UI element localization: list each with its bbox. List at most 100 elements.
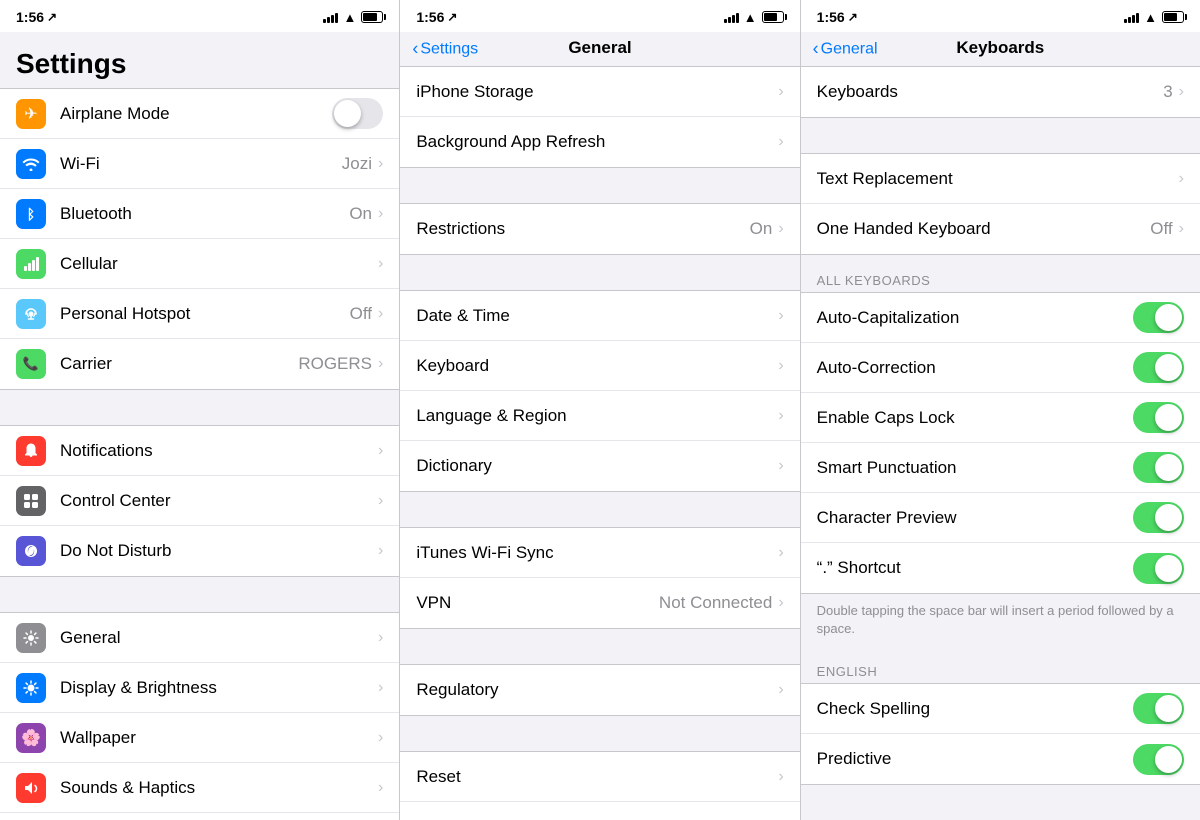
keyboard-chevron: ›	[778, 357, 783, 375]
signal-bar-3-1	[1124, 19, 1127, 23]
auto-correct-row[interactable]: Auto-Correction	[801, 343, 1200, 393]
section-gap-1	[0, 390, 399, 425]
bluetooth-chevron: ›	[378, 205, 383, 223]
signal-bar-2-3	[732, 15, 735, 23]
carrier-row[interactable]: 📞 Carrier ROGERS ›	[0, 339, 399, 389]
caps-lock-row[interactable]: Enable Caps Lock	[801, 393, 1200, 443]
reset-row[interactable]: Reset ›	[400, 752, 799, 802]
keyboards-panel: 1:56 ↗ ▲ ‹ General Keyboards	[801, 0, 1200, 820]
date-time-row[interactable]: Date & Time ›	[400, 291, 799, 341]
general-back-label: Settings	[420, 40, 478, 58]
cellular-row[interactable]: Cellular ›	[0, 239, 399, 289]
smart-punct-toggle[interactable]	[1133, 452, 1184, 483]
wallpaper-chevron: ›	[378, 729, 383, 747]
wallpaper-label: Wallpaper	[60, 728, 378, 748]
general-gap-5	[400, 716, 799, 751]
english-header: ENGLISH	[801, 656, 1200, 683]
settings-list[interactable]: ✈ Airplane Mode Wi-Fi Jozi › ᛒ	[0, 88, 399, 820]
airplane-mode-row[interactable]: ✈ Airplane Mode	[0, 89, 399, 139]
wifi-row[interactable]: Wi-Fi Jozi ›	[0, 139, 399, 189]
settings-main-title: Settings	[16, 48, 383, 80]
general-label: General	[60, 628, 378, 648]
itunes-sync-chevron: ›	[778, 544, 783, 562]
control-center-icon	[16, 486, 46, 516]
siri-row[interactable]: Siri & Search ›	[0, 813, 399, 820]
signal-bar-2-1	[724, 19, 727, 23]
text-replacement-label: Text Replacement	[817, 169, 1179, 189]
signal-bar-4	[335, 13, 338, 23]
notifications-chevron: ›	[378, 442, 383, 460]
sounds-row[interactable]: Sounds & Haptics ›	[0, 763, 399, 813]
predictive-row[interactable]: Predictive	[801, 734, 1200, 784]
control-center-row[interactable]: Control Center ›	[0, 476, 399, 526]
keyboards-gap-1	[801, 118, 1200, 153]
general-list[interactable]: iPhone Storage › Background App Refresh …	[400, 67, 799, 820]
battery-fill-1	[363, 13, 377, 21]
auto-correct-toggle-knob	[1155, 354, 1182, 381]
sounds-label: Sounds & Haptics	[60, 778, 378, 798]
language-label: Language & Region	[416, 406, 778, 426]
hotspot-row[interactable]: Personal Hotspot Off ›	[0, 289, 399, 339]
smart-punct-row[interactable]: Smart Punctuation	[801, 443, 1200, 493]
battery-icon-3	[1162, 11, 1184, 23]
bluetooth-row[interactable]: ᛒ Bluetooth On ›	[0, 189, 399, 239]
iphone-storage-row[interactable]: iPhone Storage ›	[400, 67, 799, 117]
auto-correct-toggle[interactable]	[1133, 352, 1184, 383]
keyboards-list[interactable]: Keyboards 3 › Text Replacement › One Han…	[801, 67, 1200, 820]
dnd-label: Do Not Disturb	[60, 541, 378, 561]
auto-cap-toggle[interactable]	[1133, 302, 1184, 333]
restrictions-row[interactable]: Restrictions On ›	[400, 204, 799, 254]
background-refresh-chevron: ›	[778, 133, 783, 151]
char-preview-toggle[interactable]	[1133, 502, 1184, 533]
itunes-sync-row[interactable]: iTunes Wi-Fi Sync ›	[400, 528, 799, 578]
check-spelling-toggle[interactable]	[1133, 693, 1184, 724]
language-chevron: ›	[778, 407, 783, 425]
signal-bar-3-2	[1128, 17, 1131, 23]
bluetooth-value: On	[349, 204, 372, 224]
dnd-row[interactable]: Do Not Disturb ›	[0, 526, 399, 576]
general-group-1: iPhone Storage › Background App Refresh …	[400, 67, 799, 168]
settings-group-network: ✈ Airplane Mode Wi-Fi Jozi › ᛒ	[0, 88, 399, 390]
char-preview-row[interactable]: Character Preview	[801, 493, 1200, 543]
background-refresh-row[interactable]: Background App Refresh ›	[400, 117, 799, 167]
auto-cap-row[interactable]: Auto-Capitalization	[801, 293, 1200, 343]
keyboards-group-1: Keyboards 3 ›	[801, 67, 1200, 118]
vpn-chevron: ›	[778, 594, 783, 612]
caps-lock-toggle[interactable]	[1133, 402, 1184, 433]
vpn-row[interactable]: VPN Not Connected ›	[400, 578, 799, 628]
general-back-button[interactable]: ‹ Settings	[412, 39, 478, 60]
keyboards-back-button[interactable]: ‹ General	[813, 39, 878, 60]
display-row[interactable]: Display & Brightness ›	[0, 663, 399, 713]
auto-cap-label: Auto-Capitalization	[817, 308, 1133, 328]
keyboard-row[interactable]: Keyboard ›	[400, 341, 799, 391]
general-group-4: iTunes Wi-Fi Sync › VPN Not Connected ›	[400, 527, 799, 629]
language-row[interactable]: Language & Region ›	[400, 391, 799, 441]
text-replacement-row[interactable]: Text Replacement ›	[801, 154, 1200, 204]
shutdown-row[interactable]: Shut Down	[400, 802, 799, 820]
check-spelling-row[interactable]: Check Spelling	[801, 684, 1200, 734]
wifi-chevron: ›	[378, 155, 383, 173]
wallpaper-row[interactable]: 🌸 Wallpaper ›	[0, 713, 399, 763]
predictive-toggle[interactable]	[1133, 744, 1184, 775]
battery-fill-3	[1164, 13, 1178, 21]
airplane-toggle[interactable]	[332, 98, 383, 129]
one-handed-label: One Handed Keyboard	[817, 219, 1151, 239]
dictionary-row[interactable]: Dictionary ›	[400, 441, 799, 491]
notifications-row[interactable]: Notifications ›	[0, 426, 399, 476]
carrier-icon: 📞	[16, 349, 46, 379]
one-handed-value: Off	[1150, 219, 1172, 239]
signal-bar-2	[327, 17, 330, 23]
battery-fill-2	[764, 13, 778, 21]
general-row[interactable]: General ›	[0, 613, 399, 663]
period-shortcut-toggle[interactable]	[1133, 553, 1184, 584]
keyboards-count-row[interactable]: Keyboards 3 ›	[801, 67, 1200, 117]
signal-bars-1	[323, 11, 338, 23]
one-handed-row[interactable]: One Handed Keyboard Off ›	[801, 204, 1200, 254]
period-shortcut-row[interactable]: “.” Shortcut	[801, 543, 1200, 593]
control-center-label: Control Center	[60, 491, 378, 511]
period-shortcut-toggle-knob	[1155, 555, 1182, 582]
regulatory-row[interactable]: Regulatory ›	[400, 665, 799, 715]
section-gap-2	[0, 577, 399, 612]
bluetooth-icon: ᛒ	[16, 199, 46, 229]
keyboard-label: Keyboard	[416, 356, 778, 376]
